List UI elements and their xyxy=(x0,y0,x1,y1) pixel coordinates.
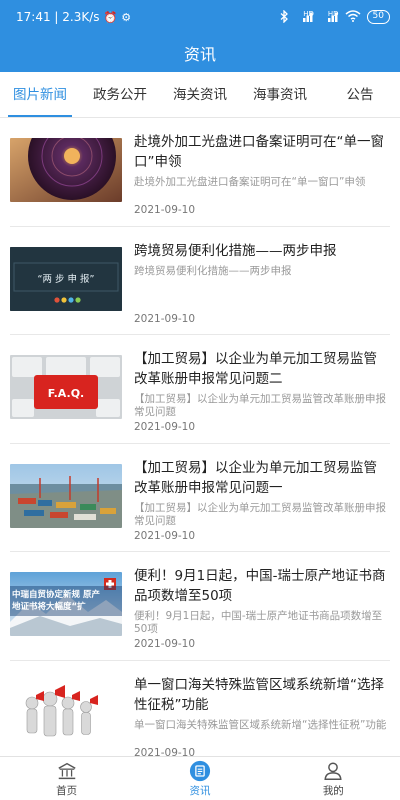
news-date: 2021-09-10 xyxy=(134,529,196,542)
news-title: 赴境外加工光盘进口备案证明可在“单一窗口”申领 xyxy=(134,134,384,170)
news-date: 2021-09-10 xyxy=(134,638,196,650)
thumb-faq-text: F.A.Q. xyxy=(48,387,85,400)
news-item[interactable]: 中瑞自贸协定新规 原产地证书将大幅度“扩 便利！9月1日起，中国-瑞士原产地证书… xyxy=(10,552,390,661)
news-date: 2021-09-10 xyxy=(134,204,196,216)
news-item[interactable]: F.A.Q. 【加工贸易】以企业为单元加工贸易监管改革账册申报常见问题二 【加工… xyxy=(10,335,390,444)
news-title: 【加工贸易】以企业为单元加工贸易监管改革账册申报常见问题二 xyxy=(134,351,377,387)
tab-government-affairs[interactable]: 政务公开 xyxy=(80,72,160,117)
bottom-navigation: 首页 资讯 我的 xyxy=(0,756,400,800)
battery-indicator: 50 xyxy=(366,10,390,24)
page-title: 资讯 xyxy=(183,45,216,64)
tab-announcements[interactable]: 公告 xyxy=(320,72,400,117)
news-thumbnail-megaphones xyxy=(10,680,122,745)
news-list: 赴境外加工光盘进口备案证明可在“单一窗口”申领 赴境外加工光盘进口备案证明可在“… xyxy=(0,118,400,756)
alarm-icon: ⏰ xyxy=(103,10,118,24)
network-type-1: HD xyxy=(303,9,314,18)
news-item[interactable]: “两 步 申 报” 跨境贸易便利化措施——两步申报 跨境贸易便利化措施——两步申… xyxy=(10,227,390,335)
nav-news[interactable]: 资讯 xyxy=(133,757,266,800)
app-bar: 资讯 xyxy=(0,34,400,72)
tab-photo-news[interactable]: 图片新闻 xyxy=(0,72,80,117)
time-speed-text: 17:41 | 2.3K/s xyxy=(16,10,100,24)
nav-home-label: 首页 xyxy=(56,784,78,797)
tab-maritime-news[interactable]: 海事资讯 xyxy=(240,72,320,117)
news-summary: 【加工贸易】以企业为单元加工贸易监管改革账册申报常见问题 xyxy=(134,501,386,527)
nav-mine-label: 我的 xyxy=(322,784,344,797)
news-item[interactable]: 赴境外加工光盘进口备案证明可在“单一窗口”申领 赴境外加工光盘进口备案证明可在“… xyxy=(10,118,390,227)
person-icon xyxy=(324,761,342,780)
news-title: 跨境贸易便利化措施——两步申报 xyxy=(134,242,337,259)
nav-news-label: 资讯 xyxy=(189,784,211,797)
nav-home[interactable]: 首页 xyxy=(0,757,133,800)
news-thumbnail-disc xyxy=(10,138,122,202)
news-thumbnail-faq: F.A.Q. xyxy=(10,355,122,419)
news-item[interactable]: 单一窗口海关特殊监管区域系统新增“选择性征税”功能 单一窗口海关特殊监管区域系统… xyxy=(10,661,390,757)
status-bar-right: HD HD 50 xyxy=(280,8,390,25)
thumb-swiss-text: 中瑞自贸协定新规 原产地证书将大幅度“扩 xyxy=(12,590,100,612)
wifi-icon xyxy=(345,10,361,24)
news-summary: 便利！9月1日起，中国-瑞士原产地证书商品项数增至50项 xyxy=(134,610,383,635)
home-icon xyxy=(58,762,76,779)
category-tabs: 图片新闻 政务公开 海关资讯 海事资讯 公告 xyxy=(0,72,400,118)
news-summary: 单一窗口海关特殊监管区域系统新增“选择性征税”功能 xyxy=(134,718,387,731)
nav-mine[interactable]: 我的 xyxy=(267,757,400,800)
settings-icon: ⚙ xyxy=(121,10,132,24)
news-title: 【加工贸易】以企业为单元加工贸易监管改革账册申报常见问题一 xyxy=(134,459,377,496)
status-bar: 17:41 | 2.3K/s ⏰ ⚙ HD HD 50 xyxy=(0,0,400,34)
news-thumbnail-port xyxy=(10,463,122,528)
news-item[interactable]: 【加工贸易】以企业为单元加工贸易监管改革账册申报常见问题一 【加工贸易】以企业为… xyxy=(10,444,390,552)
status-bar-left: 17:41 | 2.3K/s ⏰ ⚙ xyxy=(16,10,131,24)
bluetooth-icon xyxy=(280,8,289,25)
news-title: 单一窗口海关特殊监管区域系统新增“选择性征税”功能 xyxy=(134,676,384,713)
news-thumbnail-swiss: 中瑞自贸协定新规 原产地证书将大幅度“扩 xyxy=(10,572,122,636)
news-icon xyxy=(189,760,211,781)
tab-customs-news[interactable]: 海关资讯 xyxy=(160,72,240,117)
news-summary: 跨境贸易便利化措施——两步申报 xyxy=(134,264,292,277)
news-summary: 赴境外加工光盘进口备案证明可在“单一窗口”申领 xyxy=(134,176,366,188)
news-thumbnail-two-step: “两 步 申 报” xyxy=(10,246,122,311)
news-title: 便利！9月1日起，中国-瑞士原产地证书商品项数增至50项 xyxy=(134,568,386,604)
network-type-2: HD xyxy=(327,9,339,18)
news-date: 2021-09-10 xyxy=(134,421,196,433)
news-date: 2021-09-10 xyxy=(134,746,196,757)
news-date: 2021-09-10 xyxy=(134,312,196,325)
news-summary: 【加工贸易】以企业为单元加工贸易监管改革账册申报常见问题 xyxy=(134,393,386,418)
thumb-two-step-text: “两 步 申 报” xyxy=(38,273,95,285)
